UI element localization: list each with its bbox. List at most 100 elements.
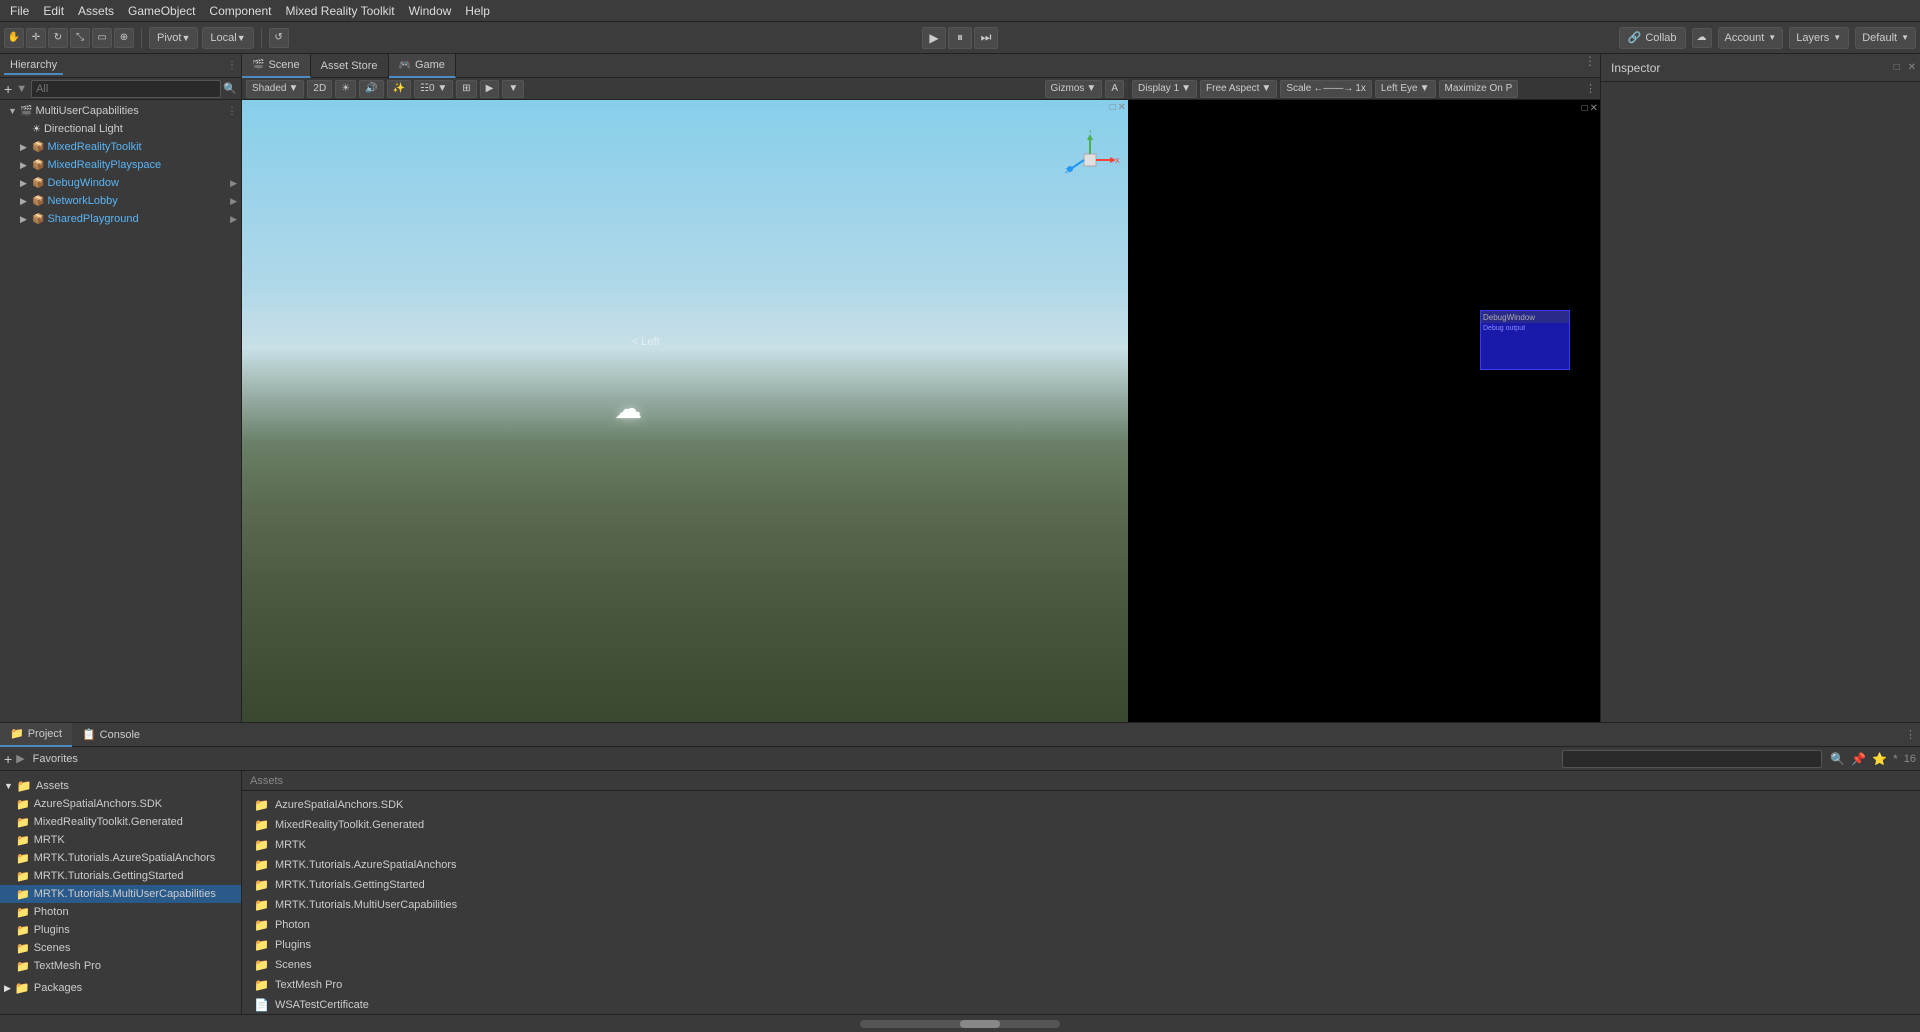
grid-toggle[interactable]: ⊞: [456, 80, 476, 98]
favorites-arrow[interactable]: ▶: [16, 752, 24, 765]
hierarchy-add-icon[interactable]: +: [4, 81, 12, 97]
project-search-input[interactable]: [1562, 750, 1822, 768]
menu-gameobject[interactable]: GameObject: [122, 2, 201, 20]
bottom-options-icon[interactable]: ⋮: [1901, 728, 1920, 741]
scene-persp-btn[interactable]: A: [1105, 80, 1124, 98]
maximize-btn[interactable]: Maximize On P: [1439, 80, 1519, 98]
shading-dropdown[interactable]: Shaded ▼: [246, 80, 304, 98]
pivot-button[interactable]: Pivot ▼: [149, 27, 198, 49]
scrollbar-track[interactable]: [860, 1020, 1060, 1028]
hierarchy-item-debugwindow[interactable]: ▶ 📦 DebugWindow ▶: [0, 174, 241, 192]
hand-tool-button[interactable]: ✋: [4, 28, 24, 48]
project-folder-mrtk[interactable]: 📁 MRTK: [246, 835, 1916, 855]
project-folder-plugins[interactable]: 📁 Plugins: [246, 935, 1916, 955]
project-folder-azure-tutorials[interactable]: 📁 MRTK.Tutorials.AzureSpatialAnchors: [246, 855, 1916, 875]
menu-help[interactable]: Help: [459, 2, 496, 20]
project-folder-mrtk-gen[interactable]: 📁 MixedRealityToolkit.Generated: [246, 815, 1916, 835]
lighting-toggle[interactable]: ☀: [335, 80, 356, 98]
sidebar-item-mrtk-generated[interactable]: 📁 MixedRealityToolkit.Generated: [0, 813, 241, 831]
default-dropdown[interactable]: Default ▼: [1855, 27, 1916, 49]
gizmos-dropdown[interactable]: Gizmos ▼: [1045, 80, 1103, 98]
layers-dropdown[interactable]: Layers ▼: [1789, 27, 1849, 49]
inspector-maximize-icon[interactable]: □: [1894, 62, 1900, 73]
game-maximize-icon[interactable]: □: [1582, 103, 1588, 114]
project-folder-multi-user[interactable]: 📁 MRTK.Tutorials.MultiUserCapabilities: [246, 895, 1916, 915]
sidebar-item-photon[interactable]: 📁 Photon: [0, 903, 241, 921]
display-dropdown[interactable]: Display 1 ▼: [1132, 80, 1197, 98]
project-folder-textmesh[interactable]: 📁 TextMesh Pro: [246, 975, 1916, 995]
pause-button[interactable]: ⏸: [948, 27, 972, 49]
cloud-button[interactable]: ☁: [1692, 28, 1712, 48]
assets-section-header[interactable]: ▼ 📁 Assets: [0, 777, 241, 795]
scale-tool-button[interactable]: ⤡: [70, 28, 90, 48]
add-button[interactable]: +: [4, 751, 12, 767]
root-more-icon[interactable]: ⋮: [227, 106, 237, 117]
scene-more-toggle[interactable]: ▼: [502, 80, 524, 98]
project-view-icon3[interactable]: ⭐: [1872, 752, 1887, 766]
move-tool-button[interactable]: ✛: [26, 28, 46, 48]
project-file-wsacert[interactable]: 📄 WSATestCertificate: [246, 995, 1916, 1014]
audio-toggle[interactable]: 🔊: [359, 80, 383, 98]
bottom-scrollbar[interactable]: [0, 1014, 1920, 1032]
transform-tool-button[interactable]: ⊕: [114, 28, 134, 48]
hierarchy-options-icon[interactable]: ⋮: [227, 60, 237, 71]
project-folder-getting-started[interactable]: 📁 MRTK.Tutorials.GettingStarted: [246, 875, 1916, 895]
play-button[interactable]: ▶: [922, 27, 946, 49]
project-folder-scenes[interactable]: 📁 Scenes: [246, 955, 1916, 975]
scene-maximize-icon[interactable]: □: [1110, 102, 1116, 113]
menu-mrtk[interactable]: Mixed Reality Toolkit: [279, 2, 400, 20]
rotate-tool-button[interactable]: ↻: [48, 28, 68, 48]
sidebar-item-scenes[interactable]: 📁 Scenes: [0, 939, 241, 957]
hierarchy-item-networklobby[interactable]: ▶ 📦 NetworkLobby ▶: [0, 192, 241, 210]
hierarchy-search[interactable]: [31, 80, 221, 98]
tab-options-icon[interactable]: ⋮: [1580, 54, 1600, 77]
inspector-close-icon[interactable]: ✕: [1908, 62, 1916, 73]
sidebar-item-azure-tutorials[interactable]: 📁 MRTK.Tutorials.AzureSpatialAnchors: [0, 849, 241, 867]
sidebar-item-multi-user[interactable]: 📁 MRTK.Tutorials.MultiUserCapabilities: [0, 885, 241, 903]
game-close-icon[interactable]: ✕: [1590, 103, 1598, 114]
hierarchy-item-directional-light[interactable]: ▶ ☀ Directional Light: [0, 120, 241, 138]
scrollbar-thumb[interactable]: [960, 1020, 1000, 1028]
sidebar-item-azurespatialanchors[interactable]: 📁 AzureSpatialAnchors.SDK: [0, 795, 241, 813]
local-button[interactable]: Local ▼: [202, 27, 253, 49]
hierarchy-item-playspace[interactable]: ▶ 📦 MixedRealityPlayspace: [0, 156, 241, 174]
project-view-icon1[interactable]: 🔍: [1830, 752, 1845, 766]
menu-assets[interactable]: Assets: [72, 2, 120, 20]
hierarchy-root-item[interactable]: ▼ 🎬 MultiUserCapabilities ⋮: [0, 102, 241, 120]
project-folder-azurespatial[interactable]: 📁 AzureSpatialAnchors.SDK: [246, 795, 1916, 815]
game-options-icon[interactable]: ⋮: [1585, 82, 1596, 95]
step-button[interactable]: ⏭: [974, 27, 998, 49]
scene-tab[interactable]: 🎬 Scene: [242, 54, 311, 78]
game-tab[interactable]: 🎮 Game: [389, 54, 456, 78]
fx-toggle[interactable]: ✨: [387, 80, 411, 98]
scene-close-icon[interactable]: ✕: [1118, 102, 1126, 113]
scene-res-dropdown[interactable]: ☷0 ▼: [414, 80, 453, 98]
refresh-button[interactable]: ↺: [269, 28, 289, 48]
sidebar-item-plugins[interactable]: 📁 Plugins: [0, 921, 241, 939]
menu-file[interactable]: File: [4, 2, 35, 20]
packages-section-header[interactable]: ▶ 📁 Packages: [0, 979, 241, 997]
hierarchy-filter-icon[interactable]: ▼: [16, 83, 27, 95]
rect-tool-button[interactable]: ▭: [92, 28, 112, 48]
menu-window[interactable]: Window: [403, 2, 458, 20]
menu-edit[interactable]: Edit: [37, 2, 70, 20]
hierarchy-item-sharedplayground[interactable]: ▶ 📦 SharedPlayground ▶: [0, 210, 241, 228]
scale-control[interactable]: Scale ←——→ 1x: [1280, 80, 1372, 98]
menu-component[interactable]: Component: [203, 2, 277, 20]
account-dropdown[interactable]: Account ▼: [1718, 27, 1784, 49]
aspect-dropdown[interactable]: Free Aspect ▼: [1200, 80, 1277, 98]
hierarchy-item-mrtk[interactable]: ▶ 📦 MixedRealityToolkit: [0, 138, 241, 156]
project-tab[interactable]: 📁 Project: [0, 723, 72, 747]
hierarchy-tab[interactable]: Hierarchy: [4, 57, 63, 75]
sidebar-item-mrtk[interactable]: 📁 MRTK: [0, 831, 241, 849]
console-tab[interactable]: 📋 Console: [72, 723, 150, 747]
scene-gizmo[interactable]: Y X Z: [1060, 130, 1120, 190]
asset-store-tab[interactable]: Asset Store: [311, 54, 389, 78]
hierarchy-search-icon[interactable]: 🔍: [223, 82, 237, 95]
eye-dropdown[interactable]: Left Eye ▼: [1375, 80, 1436, 98]
sidebar-item-getting-started[interactable]: 📁 MRTK.Tutorials.GettingStarted: [0, 867, 241, 885]
scene-view[interactable]: Shaded ▼ 2D ☀ 🔊 ✨ ☷0 ▼ ⊞ ▶: [242, 78, 1128, 722]
project-view-icon2[interactable]: 📌: [1851, 752, 1866, 766]
project-view-icon4[interactable]: *: [1893, 752, 1898, 766]
sidebar-item-textmesh[interactable]: 📁 TextMesh Pro: [0, 957, 241, 975]
